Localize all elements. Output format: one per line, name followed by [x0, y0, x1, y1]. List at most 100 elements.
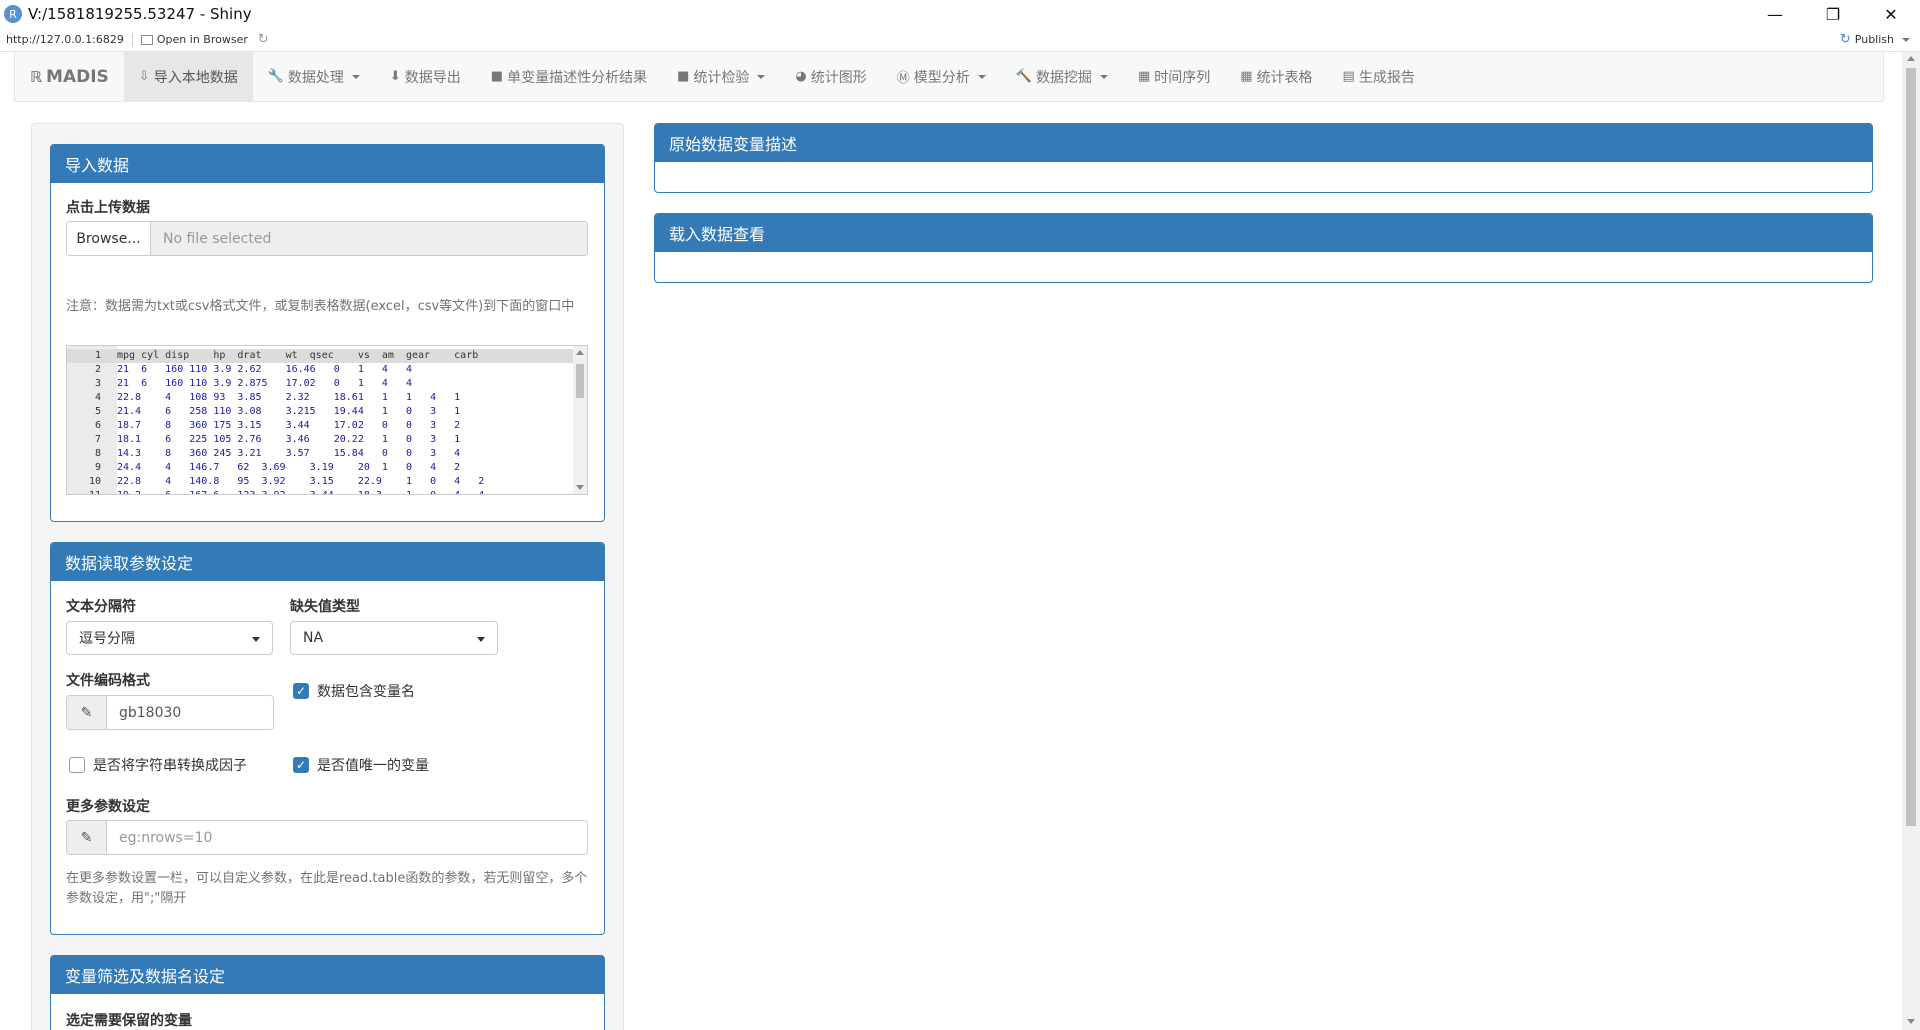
variable-description-header: 原始数据变量描述	[655, 124, 1872, 162]
pencil-icon: ✎	[67, 821, 107, 854]
line-number: 8	[94, 448, 101, 459]
factor-checkbox-label: 是否将字符串转换成因子	[93, 758, 247, 774]
nav-item-3[interactable]: ■ 单变量描述性分析结果	[476, 52, 662, 101]
download-icon: ⬇	[389, 69, 401, 84]
header-checkbox[interactable]: ✓ 数据包含变量名	[293, 681, 415, 701]
nav-item-label: 单变量描述性分析结果	[507, 69, 648, 86]
separator-value: 逗号分隔	[79, 631, 135, 647]
editor-line: 6 18.7 8 360 175 3.15 3.44 17.02 0 0 3 2	[67, 419, 575, 433]
header-checkbox-label: 数据包含变量名	[317, 684, 415, 700]
line-number: 3	[94, 378, 101, 389]
separator-select[interactable]: 逗号分隔	[66, 621, 273, 655]
open-in-browser-label: Open in Browser	[156, 33, 248, 46]
data-view-box: 载入数据查看	[654, 213, 1873, 283]
nav-item-9[interactable]: ▦ 统计表格	[1225, 52, 1327, 101]
gavel-icon: 🔨	[1015, 69, 1032, 84]
nav-item-4[interactable]: ■ 统计检验	[662, 52, 780, 101]
scroll-thumb[interactable]	[576, 364, 584, 398]
encoding-label: 文件编码格式	[66, 673, 150, 689]
restore-button[interactable]: ❐	[1804, 0, 1862, 28]
book-icon: ■	[677, 69, 690, 84]
brand-logo[interactable]: ℝ MADIS	[15, 52, 124, 101]
read-params-header: 数据读取参数设定	[51, 543, 604, 581]
na-type-label: 缺失值类型	[290, 599, 360, 615]
page-scrollbar[interactable]	[1902, 52, 1920, 1030]
nav-item-2[interactable]: ⬇ 数据导出	[375, 52, 476, 101]
refresh-icon[interactable]: ↻	[258, 32, 269, 47]
nav-item-1[interactable]: 🔧 数据处理	[253, 52, 375, 101]
upload-label: 点击上传数据	[66, 200, 150, 216]
line-text: 21 6 160 110 3.9 2.875 17.02 0 1 4 4	[117, 378, 413, 389]
line-text: 14.3 8 360 245 3.21 3.57 15.84 0 0 3 4	[117, 448, 461, 459]
import-icon: ⇩	[138, 69, 150, 84]
line-number: 1	[94, 350, 101, 361]
nav-item-5[interactable]: ◕ 统计图形	[780, 52, 881, 101]
scroll-down-icon[interactable]	[576, 485, 584, 490]
nav-item-label: 数据处理	[287, 69, 344, 86]
line-number: 10	[88, 476, 101, 487]
viewer-toolbar: http://127.0.0.1:6829 Open in Browser ↻ …	[0, 28, 1920, 52]
nav-item-6[interactable]: Ⓜ 模型分析	[882, 52, 1001, 101]
data-paste-editor[interactable]: 1 mpg cyl disp hp drat wt qsec vs am gear…	[66, 345, 588, 495]
editor-line: 5 21.4 6 258 110 3.08 3.215 19.44 1 0 3 1	[67, 405, 575, 419]
line-number: 2	[94, 364, 101, 375]
scroll-up-icon[interactable]	[576, 350, 584, 355]
publish-button[interactable]: ↻ Publish	[1840, 32, 1910, 47]
minimize-button[interactable]: —	[1746, 0, 1804, 28]
line-text: 21 6 160 110 3.9 2.62 16.46 0 1 4 4	[117, 364, 413, 375]
chevron-down-icon	[977, 74, 986, 79]
nav-item-label: 数据导出	[404, 69, 461, 86]
na-type-select[interactable]: NA	[290, 621, 498, 655]
line-number: 6	[94, 420, 101, 431]
data-view-header: 载入数据查看	[655, 214, 1872, 252]
editor-scrollbar[interactable]	[573, 346, 587, 494]
chevron-down-icon	[1902, 37, 1910, 42]
variable-description-box: 原始数据变量描述	[654, 123, 1873, 193]
file-icon: ▤	[1342, 69, 1355, 84]
nav-item-label: 统计表格	[1256, 69, 1313, 86]
line-text: 21.4 6 258 110 3.08 3.215 19.44 1 0 3 1	[117, 406, 461, 417]
line-text: mpg cyl disp hp drat wt qsec vs am gear …	[117, 350, 479, 361]
separator-label: 文本分隔符	[66, 599, 136, 615]
unique-checkbox[interactable]: ✓ 是否值唯一的变量	[293, 755, 429, 775]
more-params-input[interactable]: eg:nrows=10	[107, 821, 587, 854]
browser-window-icon	[140, 34, 153, 45]
scroll-up-icon[interactable]	[1907, 56, 1915, 61]
encoding-input-group: ✎ gb18030	[66, 695, 274, 730]
nav-item-0[interactable]: ⇩ 导入本地数据	[123, 52, 253, 101]
pencil-icon: ✎	[67, 696, 107, 729]
checkbox-unchecked-icon[interactable]	[69, 757, 85, 773]
book-icon: ■	[490, 69, 504, 84]
open-in-browser-button[interactable]: Open in Browser	[140, 33, 248, 46]
r-app-icon: R	[4, 5, 22, 23]
app-navbar: ℝ MADIS ⇩ 导入本地数据 🔧 数据处理 ⬇ 数据导出 ■ 单变量描述性分析结果 ■ 统计检…	[14, 52, 1884, 102]
m-square-icon: Ⓜ	[896, 71, 910, 86]
more-params-note: 在更多参数设置一栏，可以自定义参数，在此是read.table函数的参数，若无则…	[66, 871, 588, 906]
browse-button[interactable]: Browse...	[67, 222, 151, 255]
scroll-down-icon[interactable]	[1907, 1019, 1915, 1024]
page-scroll-thumb[interactable]	[1906, 68, 1916, 826]
nav-item-7[interactable]: 🔨 数据挖掘	[1001, 52, 1123, 101]
nav-menu: ⇩ 导入本地数据 🔧 数据处理 ⬇ 数据导出 ■ 单变量描述性分析结果 ■ 统计检验 ◕ 统计图形 Ⓜ 模…	[123, 52, 1430, 101]
line-number: 11	[67, 489, 101, 494]
checkbox-checked-icon[interactable]: ✓	[293, 757, 309, 773]
nav-item-8[interactable]: ▦ 时间序列	[1123, 52, 1225, 101]
chevron-down-icon	[477, 637, 485, 642]
calendar-icon: ▦	[1137, 69, 1151, 84]
editor-line: 7 18.1 6 225 105 2.76 3.46 20.22 1 0 3 1	[67, 433, 575, 447]
editor-line: 1 mpg cyl disp hp drat wt qsec vs am gear…	[67, 349, 575, 363]
chevron-down-icon	[351, 74, 360, 79]
wrench-icon: 🔧	[267, 69, 284, 84]
close-button[interactable]: ✕	[1862, 0, 1920, 28]
nav-item-label: 统计图形	[810, 69, 867, 86]
chevron-down-icon	[757, 74, 766, 79]
encoding-input[interactable]: gb18030	[107, 696, 273, 729]
factor-checkbox[interactable]: 是否将字符串转换成因子	[69, 755, 247, 775]
line-text: 24.4 4 146.7 62 3.69 3.19 20 1 0 4 2	[117, 462, 461, 473]
nav-item-10[interactable]: ▤ 生成报告	[1328, 52, 1430, 101]
chevron-down-icon	[252, 637, 260, 642]
nav-item-label: 时间序列	[1154, 69, 1211, 86]
window-titlebar: R V:/1581819255.53247 - Shiny — ❐ ✕	[0, 0, 1920, 28]
nav-item-label: 导入本地数据	[153, 69, 238, 86]
checkbox-checked-icon[interactable]: ✓	[293, 683, 309, 699]
